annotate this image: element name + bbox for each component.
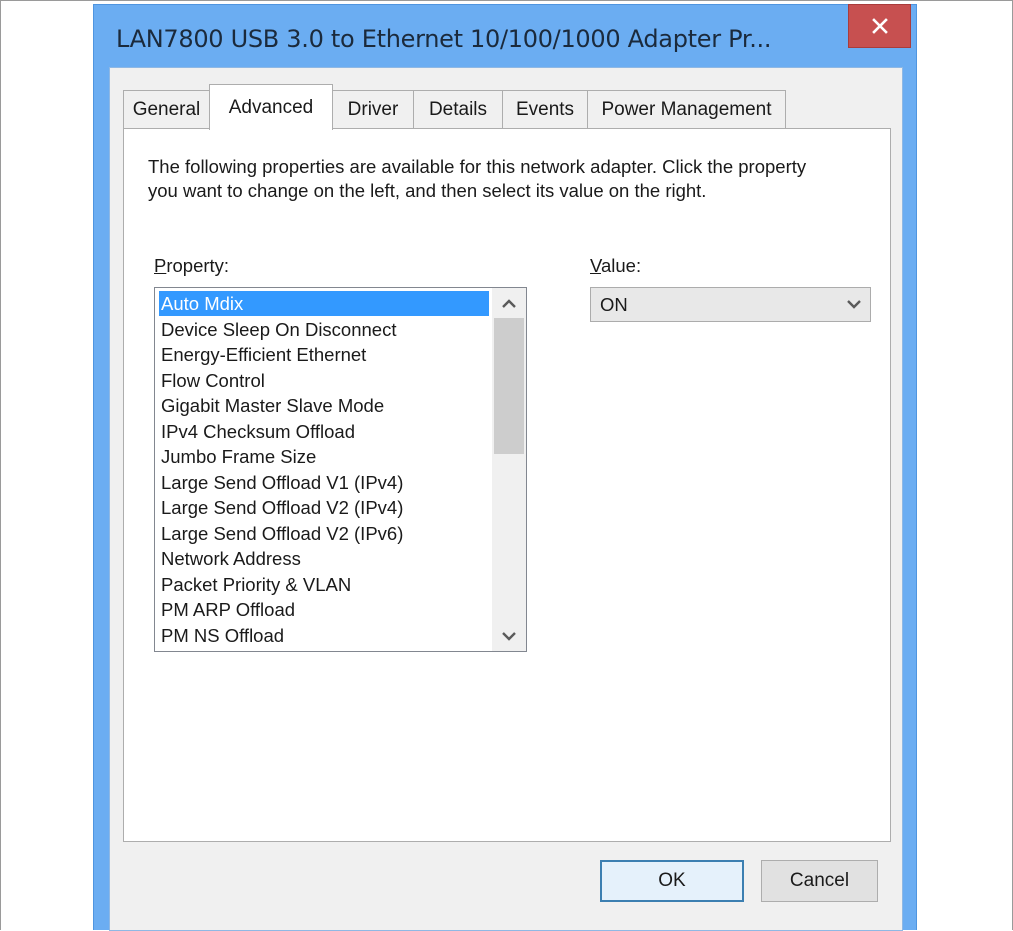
properties-dialog: LAN7800 USB 3.0 to Ethernet 10/100/1000 … xyxy=(93,4,917,931)
tab-power-management[interactable]: Power Management xyxy=(587,90,786,128)
tab-events[interactable]: Events xyxy=(502,90,588,128)
chevron-down-icon xyxy=(502,631,516,641)
tab-general[interactable]: General xyxy=(123,90,210,128)
close-button[interactable] xyxy=(848,4,911,48)
property-list-item[interactable]: PM ARP Offload xyxy=(159,597,489,622)
tab-driver-label: Driver xyxy=(347,98,399,120)
property-list-item[interactable]: Jumbo Frame Size xyxy=(159,444,489,469)
cancel-button[interactable]: Cancel xyxy=(761,860,878,902)
property-label-text: roperty: xyxy=(166,255,230,276)
tab-driver[interactable]: Driver xyxy=(332,90,414,128)
advanced-description: The following properties are available f… xyxy=(148,156,807,201)
property-list-item[interactable]: IPv4 Checksum Offload xyxy=(159,419,489,444)
value-label-text: alue: xyxy=(600,255,642,276)
tab-details-label: Details xyxy=(428,98,488,120)
property-list-item[interactable]: Gigabit Master Slave Mode xyxy=(159,393,489,418)
scroll-thumb[interactable] xyxy=(494,318,524,454)
property-list-item[interactable]: Large Send Offload V2 (IPv6) xyxy=(159,521,489,546)
property-listbox[interactable]: Auto Mdix Device Sleep On Disconnect Energ… xyxy=(154,287,527,652)
tab-general-label: General xyxy=(132,98,201,120)
property-list-item[interactable]: Energy-Efficient Ethernet xyxy=(159,342,489,367)
cancel-button-label: Cancel xyxy=(789,870,850,891)
property-list-item[interactable]: Network Address xyxy=(159,546,489,571)
value-dropdown-text: ON xyxy=(600,294,628,315)
ok-button[interactable]: OK xyxy=(600,860,744,902)
property-label: Property: xyxy=(154,255,229,277)
value-label-accelerator: V xyxy=(590,255,601,276)
property-scrollbar[interactable] xyxy=(492,288,526,651)
value-dropdown[interactable]: ON xyxy=(590,287,871,322)
property-list-item[interactable]: Device Sleep On Disconnect xyxy=(159,317,489,342)
tab-details[interactable]: Details xyxy=(413,90,503,128)
window-title: LAN7800 USB 3.0 to Ethernet 10/100/1000 … xyxy=(116,25,772,53)
tab-events-label: Events xyxy=(515,98,575,120)
value-label: Value: xyxy=(590,255,641,277)
property-label-accelerator: P xyxy=(154,255,167,276)
tab-advanced[interactable]: Advanced xyxy=(209,84,333,130)
property-list-item[interactable]: PM NS Offload xyxy=(159,623,489,648)
scroll-up-button[interactable] xyxy=(492,288,526,318)
tab-advanced-label: Advanced xyxy=(228,96,314,118)
property-list-item[interactable]: Auto Mdix xyxy=(159,291,489,316)
tab-power-management-label: Power Management xyxy=(601,98,772,120)
dropdown-arrow-icon xyxy=(847,300,861,309)
dialog-client-area: General Advanced Driver Details Events P… xyxy=(109,67,903,931)
scroll-down-button[interactable] xyxy=(492,621,526,651)
chevron-up-icon xyxy=(502,298,516,308)
close-icon xyxy=(871,18,888,34)
advanced-tab-panel: The following properties are available f… xyxy=(123,128,891,842)
property-list-item[interactable]: Packet Priority & VLAN xyxy=(159,572,489,597)
property-list-item[interactable]: Large Send Offload V1 (IPv4) xyxy=(159,470,489,495)
property-list-item[interactable]: Large Send Offload V2 (IPv4) xyxy=(159,495,489,520)
ok-button-label: OK xyxy=(658,870,686,891)
property-list-item[interactable]: Flow Control xyxy=(159,368,489,393)
